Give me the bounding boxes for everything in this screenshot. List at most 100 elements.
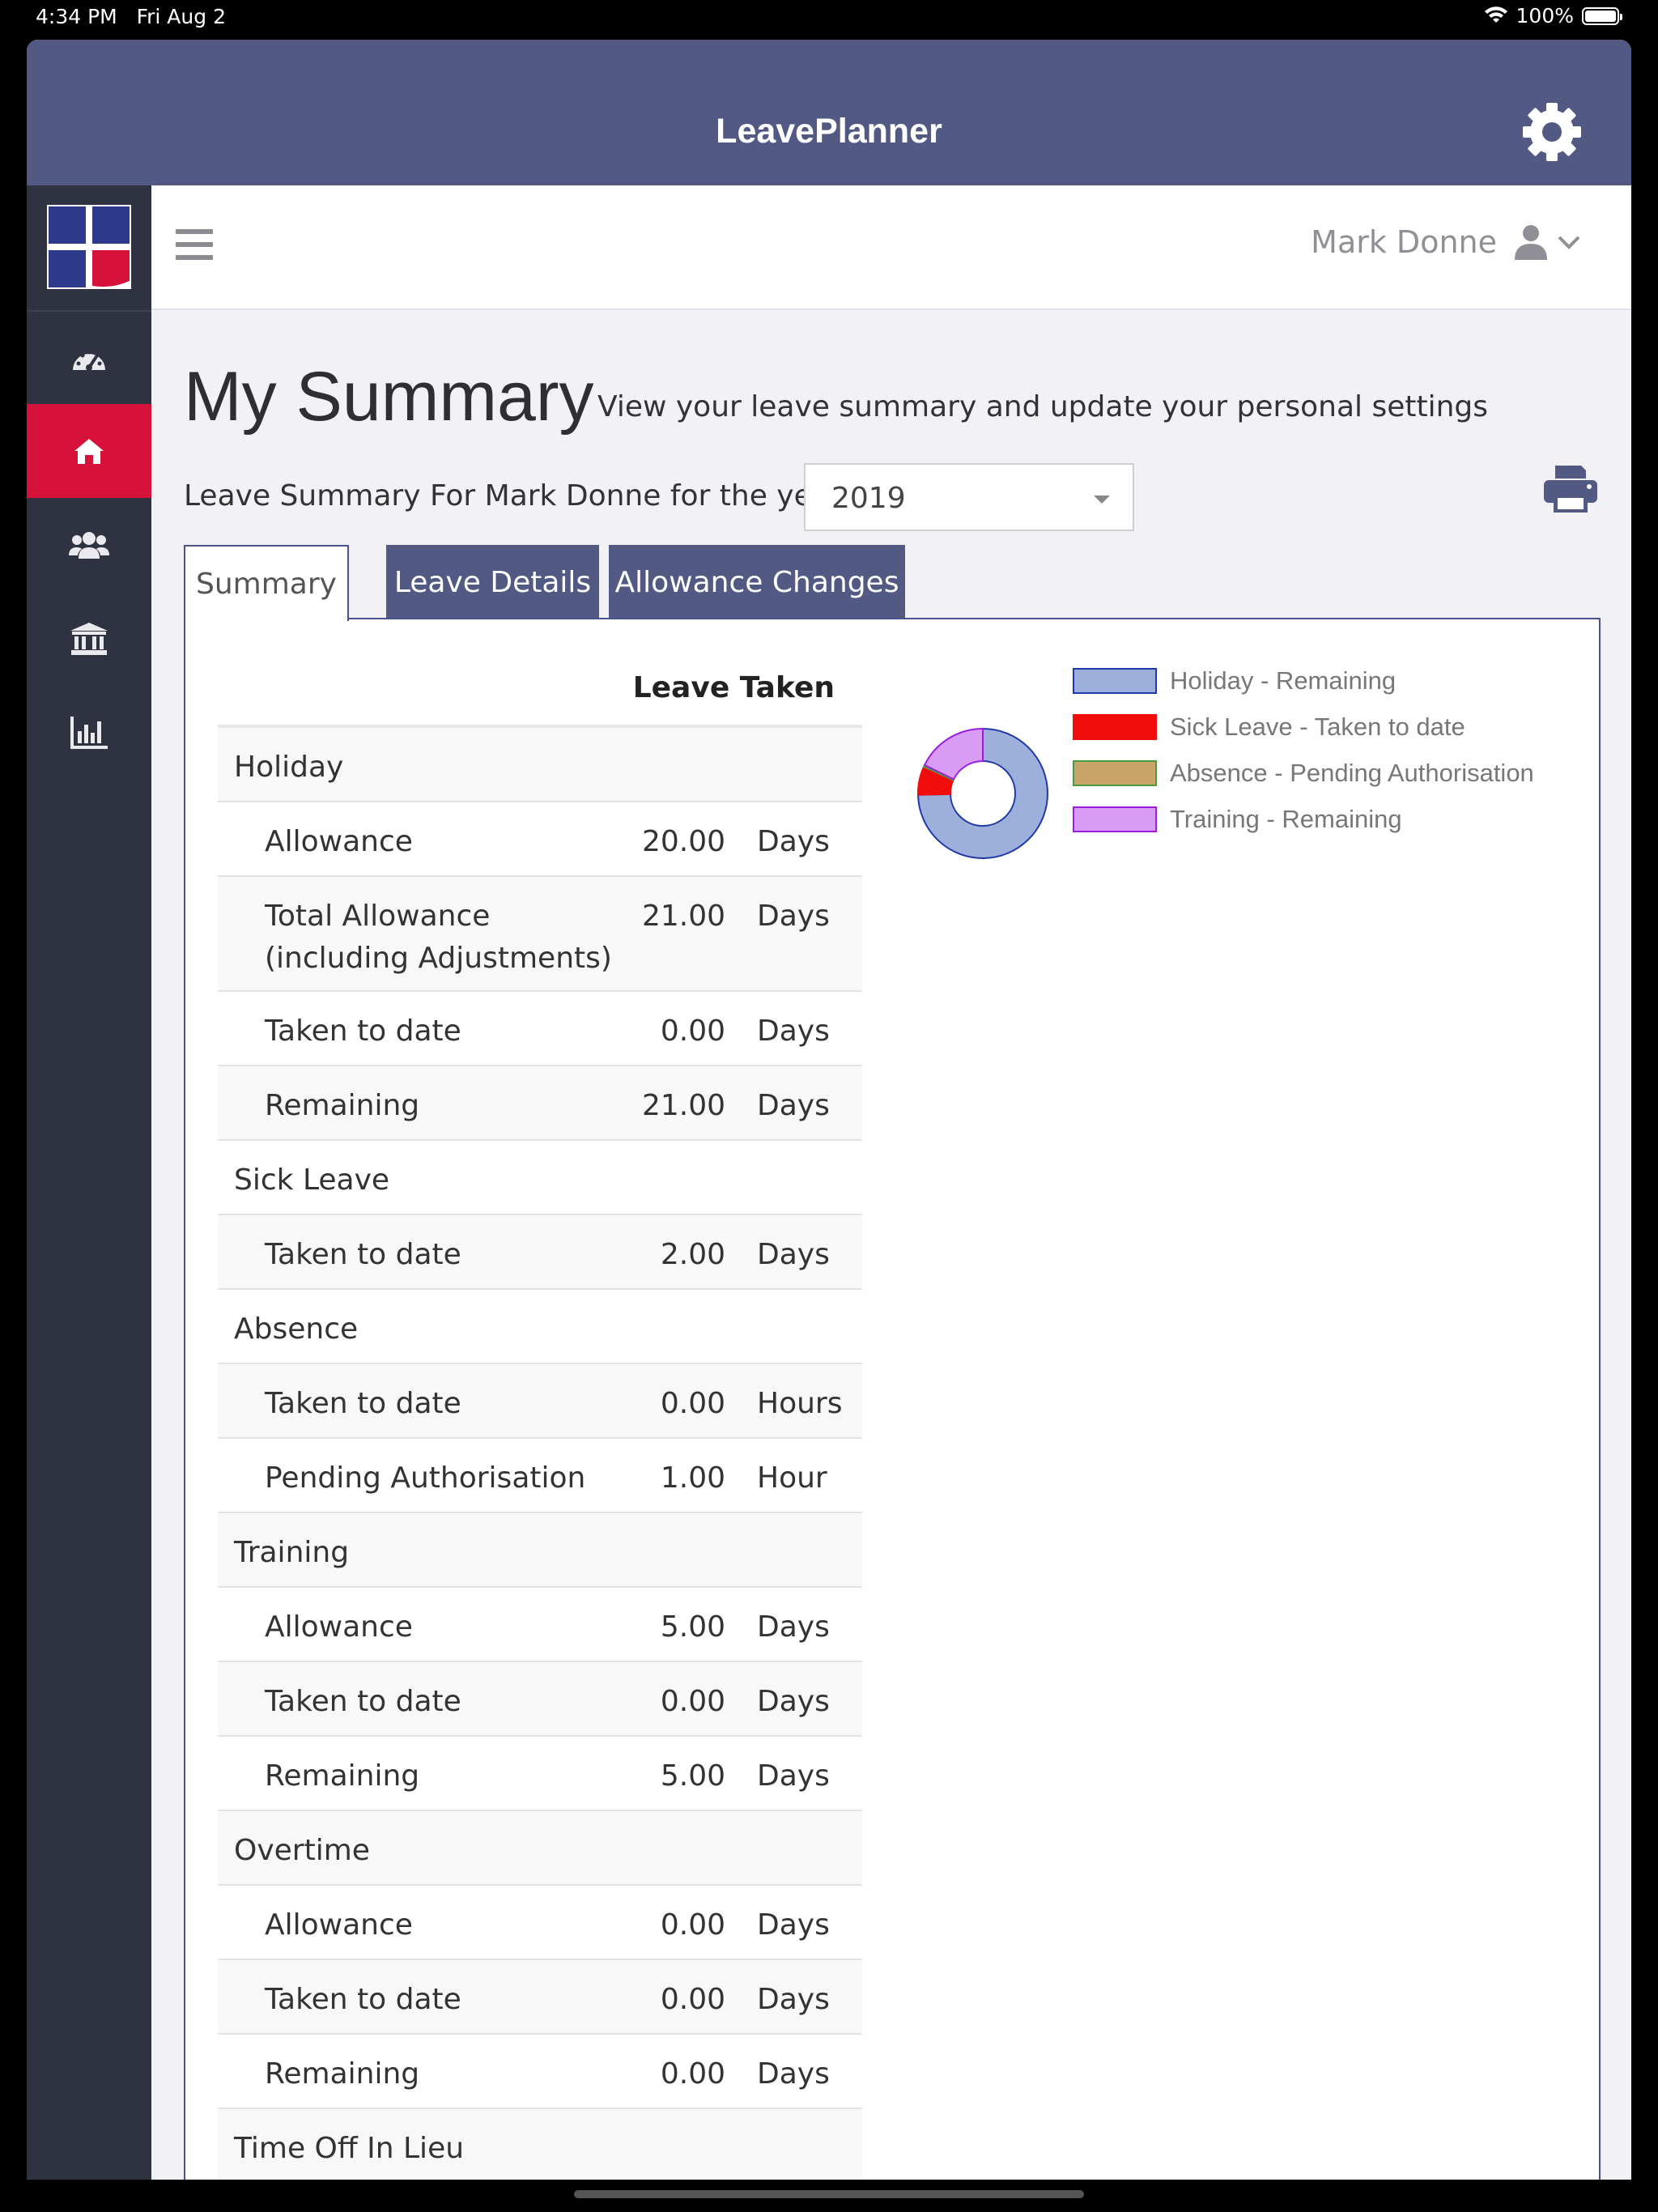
table-group-row: Training bbox=[218, 1513, 862, 1588]
row-label: Pending Authorisation bbox=[265, 1461, 586, 1495]
row-value: 5.00 bbox=[660, 1610, 725, 1644]
wifi-icon bbox=[1484, 6, 1507, 23]
battery-percent: 100% bbox=[1516, 4, 1574, 28]
table-row: Taken to date 0.00 Days bbox=[218, 992, 862, 1066]
legend-swatch bbox=[1073, 760, 1157, 786]
sidebar-item-organisation[interactable] bbox=[27, 592, 151, 686]
row-value: 0.00 bbox=[660, 1387, 725, 1420]
row-label: Taken to date bbox=[265, 1685, 461, 1718]
table-row: Allowance 5.00 Days bbox=[218, 1588, 862, 1662]
home-icon bbox=[74, 439, 104, 464]
status-time-date: 4:34 PM Fri Aug 2 bbox=[36, 5, 226, 28]
row-value: 21.00 bbox=[641, 900, 725, 933]
app-title: LeavePlanner bbox=[716, 112, 942, 151]
group-label: Overtime bbox=[234, 1834, 370, 1867]
legend-label: Holiday - Remaining bbox=[1170, 666, 1397, 695]
row-value: 0.00 bbox=[660, 2057, 725, 2091]
row-value: 0.00 bbox=[660, 1908, 725, 1942]
logo-container bbox=[27, 185, 151, 312]
row-value: 0.00 bbox=[660, 1983, 725, 2016]
group-label: Holiday bbox=[234, 751, 344, 784]
row-unit: Days bbox=[757, 825, 830, 858]
app-window: LeavePlanner Mark Donne My Summary View … bbox=[27, 40, 1631, 2180]
table-body: Holiday Allowance 20.00 Days Total Allowance… bbox=[218, 728, 862, 2180]
printer-icon[interactable] bbox=[1542, 464, 1599, 514]
legend-swatch bbox=[1073, 806, 1157, 832]
app-header: LeavePlanner bbox=[27, 40, 1631, 185]
user-menu[interactable]: Mark Donne bbox=[1311, 224, 1581, 260]
table-row: Allowance 0.00 Days bbox=[218, 1886, 862, 1960]
row-value: 5.00 bbox=[660, 1759, 725, 1793]
row-label: Remaining bbox=[265, 1089, 420, 1122]
tab-summary[interactable]: Summary bbox=[184, 545, 349, 621]
sidebar-item-home[interactable] bbox=[27, 404, 151, 498]
group-label: Absence bbox=[234, 1312, 359, 1346]
row-label: Taken to date bbox=[265, 1015, 461, 1048]
home-indicator[interactable] bbox=[574, 2190, 1084, 2198]
table-row: Taken to date 0.00 Hours bbox=[218, 1364, 862, 1439]
bank-icon bbox=[70, 623, 108, 655]
sidebar-item-dashboard[interactable] bbox=[27, 313, 151, 407]
row-label-continued: (including Adjustments) bbox=[265, 942, 612, 975]
leave-summary-table: Leave Taken Holiday Allowance 20.00 Days Tot… bbox=[218, 657, 862, 2180]
row-unit: Days bbox=[757, 2057, 830, 2091]
battery-icon bbox=[1582, 6, 1622, 25]
year-select[interactable]: 2019 bbox=[804, 463, 1134, 531]
status-date: Fri Aug 2 bbox=[136, 5, 226, 28]
top-bar: Mark Donne bbox=[151, 185, 1631, 310]
year-label: Leave Summary For Mark Donne for the yea… bbox=[184, 479, 842, 513]
table-group-row: Time Off In Lieu bbox=[218, 2109, 862, 2180]
leave-donut-chart bbox=[916, 727, 1048, 859]
row-label: Remaining bbox=[265, 2057, 420, 2091]
page-title: My Summary bbox=[184, 358, 594, 436]
row-label: Allowance bbox=[265, 1908, 413, 1942]
chevron-down-icon[interactable] bbox=[1557, 234, 1581, 250]
page-subtitle: View your leave summary and update your … bbox=[597, 390, 1489, 423]
row-label: Allowance bbox=[265, 825, 413, 858]
tab-allowance-changes[interactable]: Allowance Changes bbox=[609, 545, 905, 619]
table-row: Taken to date 0.00 Days bbox=[218, 1662, 862, 1737]
group-label: Time Off In Lieu bbox=[234, 2132, 465, 2165]
status-bar: 4:34 PM Fri Aug 2 100% bbox=[0, 0, 1658, 37]
table-group-row: Sick Leave bbox=[218, 1141, 862, 1215]
app-logo[interactable] bbox=[47, 205, 131, 289]
row-unit: Days bbox=[757, 1089, 830, 1122]
tab-leave-details[interactable]: Leave Details bbox=[386, 545, 599, 619]
row-value: 1.00 bbox=[660, 1461, 725, 1495]
row-value: 21.00 bbox=[641, 1089, 725, 1122]
row-unit: Days bbox=[757, 1908, 830, 1942]
column-header-leave-taken: Leave Taken bbox=[632, 671, 835, 704]
row-value: 20.00 bbox=[641, 825, 725, 858]
row-unit: Days bbox=[757, 1015, 830, 1048]
sidebar-item-reports[interactable] bbox=[27, 686, 151, 780]
table-row: Taken to date 0.00 Days bbox=[218, 1960, 862, 2035]
table-row: Allowance 20.00 Days bbox=[218, 802, 862, 877]
sidebar-item-team[interactable] bbox=[27, 498, 151, 592]
row-unit: Days bbox=[757, 1238, 830, 1271]
dashboard-icon bbox=[73, 350, 105, 371]
row-unit: Days bbox=[757, 1610, 830, 1644]
table-row: Remaining 5.00 Days bbox=[218, 1737, 862, 1811]
row-label: Total Allowance bbox=[265, 900, 491, 933]
row-label: Taken to date bbox=[265, 1983, 461, 2016]
row-unit: Days bbox=[757, 1983, 830, 2016]
users-icon bbox=[69, 532, 109, 559]
row-value: 0.00 bbox=[660, 1015, 725, 1048]
bar-chart-icon bbox=[70, 717, 108, 749]
gear-icon[interactable] bbox=[1520, 100, 1584, 164]
caret-down-icon bbox=[1094, 496, 1110, 504]
table-row: Remaining 0.00 Days bbox=[218, 2035, 862, 2109]
sidebar bbox=[27, 185, 151, 2180]
user-name: Mark Donne bbox=[1311, 224, 1497, 260]
table-row: Pending Authorisation 1.00 Hour bbox=[218, 1439, 862, 1513]
summary-panel: Leave Taken Holiday Allowance 20.00 Days Tot… bbox=[184, 618, 1601, 2180]
legend-label: Training - Remaining bbox=[1170, 805, 1402, 833]
legend-swatch bbox=[1073, 714, 1157, 740]
row-unit: Hours bbox=[757, 1387, 843, 1420]
row-unit: Days bbox=[757, 900, 830, 933]
table-row: Total Allowance (including Adjustments) 21… bbox=[218, 877, 862, 992]
legend-label: Sick Leave - Taken to date bbox=[1170, 713, 1465, 741]
legend-label: Absence - Pending Authorisation bbox=[1170, 759, 1534, 787]
table-row: Remaining 21.00 Days bbox=[218, 1066, 862, 1141]
hamburger-icon[interactable] bbox=[176, 228, 213, 262]
